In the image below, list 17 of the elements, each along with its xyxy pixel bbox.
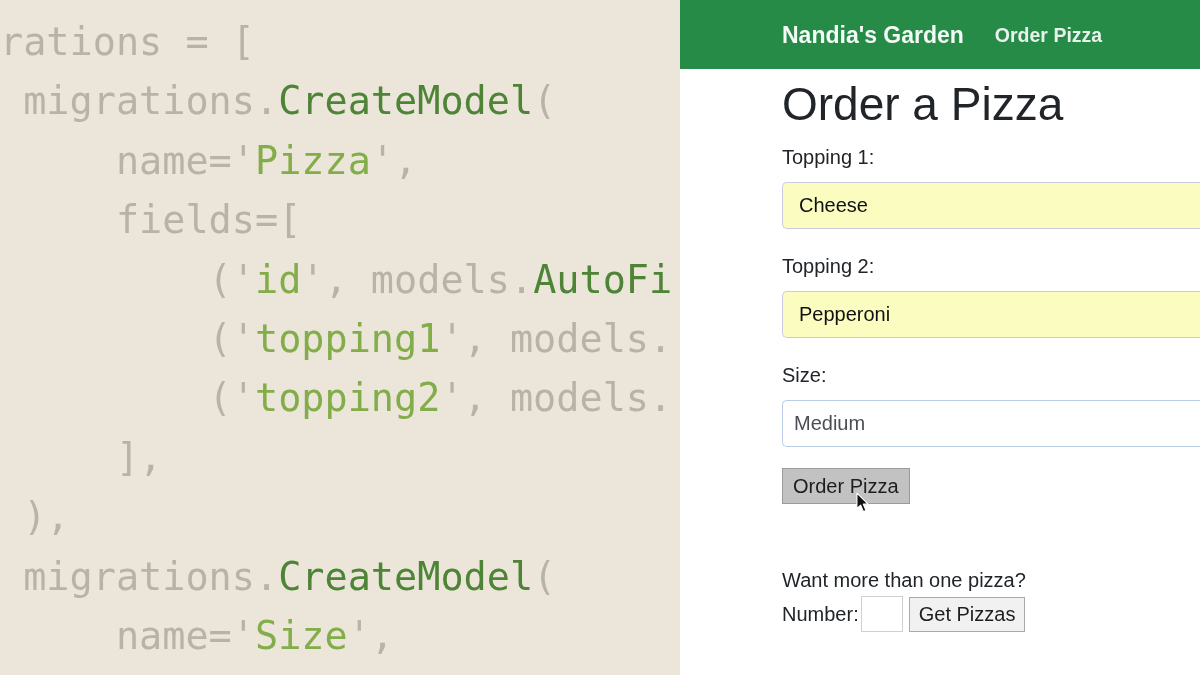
number-input[interactable] [860, 596, 903, 632]
order-button[interactable]: Order Pizza [782, 468, 910, 504]
brand-link[interactable]: Nandia's Garden [782, 20, 964, 49]
mouse-pointer-icon [856, 492, 869, 513]
number-label: Number: [782, 602, 859, 626]
text-field[interactable]: Pepperoni [782, 291, 1200, 338]
code-line: ), [23, 494, 70, 540]
page-heading: Order a Pizza [782, 81, 1064, 127]
nav-link[interactable]: Order Pizza [994, 22, 1103, 47]
prompt-text: Want more than one pizza? [782, 568, 1026, 592]
field-label: Topping 1: [782, 145, 875, 169]
select-field[interactable]: Medium [782, 400, 1200, 447]
field-label: Size: [782, 363, 827, 387]
code-line: ], [115, 434, 163, 480]
get-pizzas-button[interactable]: Get Pizzas [908, 596, 1026, 632]
field-label: Topping 2: [782, 254, 875, 278]
text-field[interactable]: Cheese [782, 182, 1200, 229]
